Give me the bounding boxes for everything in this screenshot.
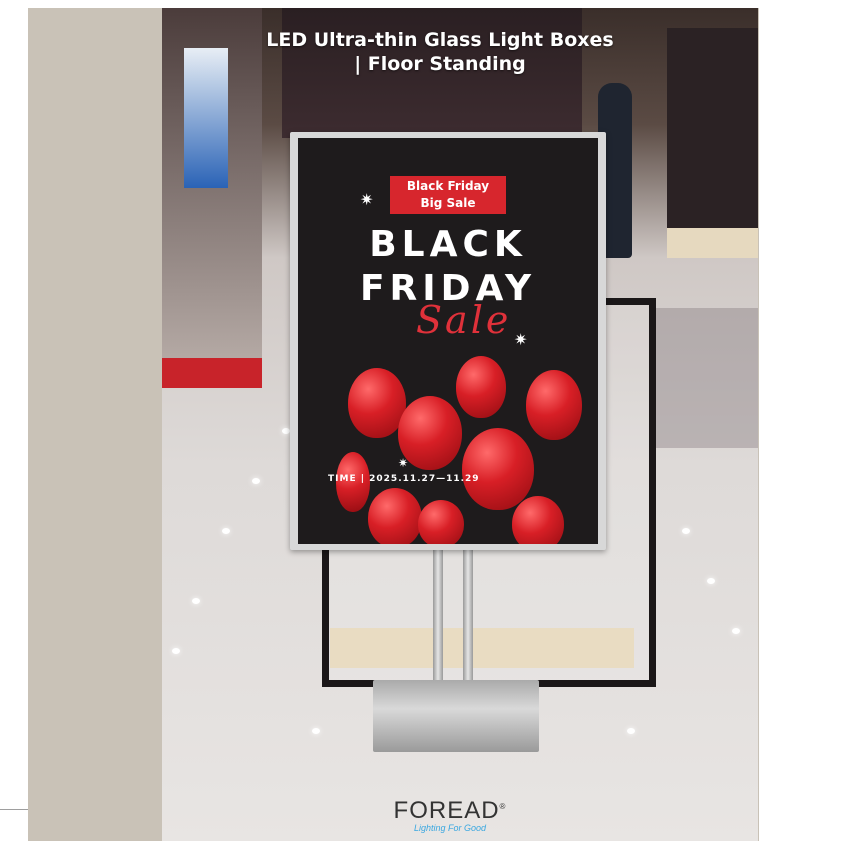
floor-light <box>627 728 635 734</box>
right-cabinet <box>667 228 758 258</box>
floor-light <box>707 578 715 584</box>
right-reflection <box>652 308 758 448</box>
sparkle-icon: ✷ <box>360 190 374 209</box>
display-case-base <box>330 628 634 668</box>
stand-pole-left <box>433 550 443 690</box>
floor-light <box>682 528 690 534</box>
poster-badge: Black Friday Big Sale <box>390 176 506 214</box>
light-box-sign: Black Friday Big Sale ✷ BLACK FRIDAY Sal… <box>290 132 606 550</box>
balloon <box>456 356 506 418</box>
floor-light <box>312 728 320 734</box>
stand-pole-right <box>463 550 473 690</box>
floor-light <box>732 628 740 634</box>
logo-brand-text: FOREAD <box>393 797 500 824</box>
badge-line-1: Black Friday <box>406 179 490 193</box>
sparkle-icon: ✷ <box>514 330 528 349</box>
page-title: LED Ultra-thin Glass Light Boxes | Floor… <box>200 28 680 76</box>
balloon <box>462 428 534 510</box>
sparkle-icon: ✷ <box>398 456 409 470</box>
foread-logo: FOREAD® Lighting For Good <box>380 797 520 833</box>
left-display-base <box>162 358 262 388</box>
black-friday-poster: Black Friday Big Sale ✷ BLACK FRIDAY Sal… <box>298 138 598 544</box>
headline-sale-script: Sale <box>416 298 512 342</box>
edge-line <box>0 809 28 810</box>
balloon <box>526 370 582 440</box>
floor-light <box>222 528 230 534</box>
floor-light <box>252 478 260 484</box>
stand-base <box>373 680 539 752</box>
back-shelf-right <box>667 28 758 228</box>
title-line-2: | Floor Standing <box>354 53 526 75</box>
balloon <box>418 500 464 544</box>
balloon <box>512 496 564 544</box>
floor-light <box>172 648 180 654</box>
badge-line-2: Big Sale <box>420 196 476 210</box>
logo-brand: FOREAD® <box>380 797 520 825</box>
balloon <box>368 488 422 544</box>
floor-light <box>282 428 290 434</box>
headline-black: BLACK <box>369 224 527 265</box>
event-time: TIME | 2025.11.27—11.29 <box>328 474 480 484</box>
floor-light <box>192 598 200 604</box>
registered-mark: ® <box>499 802 507 811</box>
title-line-1: LED Ultra-thin Glass Light Boxes <box>266 29 614 51</box>
